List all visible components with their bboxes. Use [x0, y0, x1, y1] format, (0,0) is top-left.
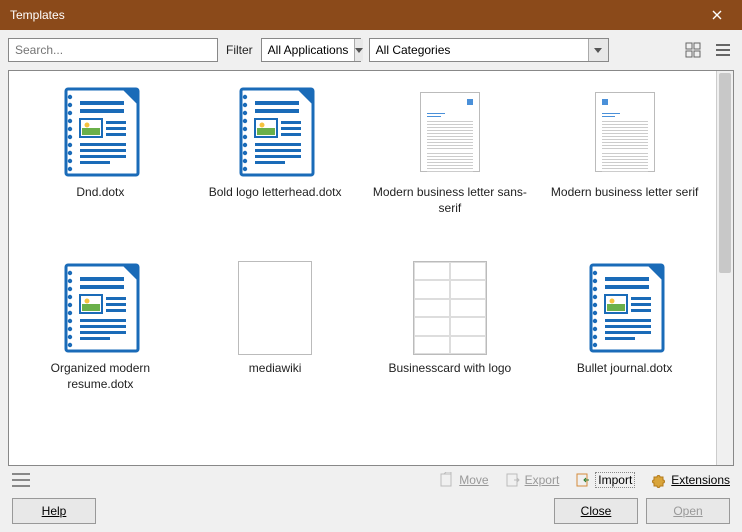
template-thumbnail — [575, 261, 675, 355]
toolbar: Filter All Applications All Categories — [8, 38, 734, 62]
export-label: Export — [525, 473, 560, 487]
search-input[interactable] — [8, 38, 218, 62]
template-item[interactable]: Bold logo letterhead.dotx — [188, 85, 363, 251]
template-thumbnail — [400, 261, 500, 355]
template-gallery: Dnd.dotx Bold logo letterhead.dotx Moder… — [9, 71, 716, 465]
extensions-button[interactable]: Extensions — [651, 472, 730, 488]
template-label: mediawiki — [249, 361, 302, 377]
window-close-button[interactable] — [702, 0, 732, 30]
template-thumbnail — [225, 261, 325, 355]
view-toggles — [682, 39, 734, 61]
template-thumbnail — [575, 85, 675, 179]
action-group: Move Export Import Extensions — [439, 472, 730, 488]
list-view-button[interactable] — [712, 39, 734, 61]
template-item[interactable]: Dnd.dotx — [13, 85, 188, 251]
import-icon — [575, 472, 591, 488]
template-item[interactable]: Organized modern resume.dotx — [13, 261, 188, 427]
titlebar: Templates — [0, 0, 742, 30]
template-thumbnail — [400, 85, 500, 179]
list-icon — [715, 42, 731, 58]
move-icon — [439, 472, 455, 488]
template-item[interactable]: Modern business letter serif — [537, 85, 712, 251]
dropdown-button[interactable] — [354, 39, 363, 61]
applications-selected: All Applications — [262, 41, 355, 59]
close-icon — [712, 10, 722, 20]
filter-label: Filter — [226, 43, 253, 57]
template-item[interactable]: mediawiki — [188, 261, 363, 427]
template-thumbnail — [225, 85, 325, 179]
template-item[interactable]: Bullet journal.dotx — [537, 261, 712, 427]
scroll-thumb[interactable] — [719, 73, 731, 273]
dropdown-button[interactable] — [588, 39, 608, 61]
chevron-down-icon — [594, 48, 602, 53]
templates-dialog: Templates Filter All Applications All Ca… — [0, 0, 742, 532]
import-button[interactable]: Import — [575, 472, 635, 488]
template-label: Organized modern resume.dotx — [17, 361, 184, 392]
template-gallery-container: Dnd.dotx Bold logo letterhead.dotx Moder… — [8, 70, 734, 466]
template-label: Bold logo letterhead.dotx — [209, 185, 342, 201]
open-button: Open — [646, 498, 730, 524]
action-bar: Move Export Import Extensions — [8, 466, 734, 494]
help-button[interactable]: Help — [12, 498, 96, 524]
template-thumbnail — [50, 261, 150, 355]
menu-button[interactable] — [12, 473, 30, 487]
template-label: Bullet journal.dotx — [577, 361, 672, 377]
template-label: Dnd.dotx — [76, 185, 124, 201]
puzzle-icon — [651, 472, 667, 488]
categories-dropdown[interactable]: All Categories — [369, 38, 609, 62]
template-label: Modern business letter serif — [551, 185, 698, 201]
template-item[interactable]: Businesscard with logo — [363, 261, 538, 427]
export-button: Export — [505, 472, 560, 488]
categories-selected: All Categories — [370, 41, 588, 59]
button-row: Help Close Open — [8, 494, 734, 524]
dialog-content: Filter All Applications All Categories — [0, 30, 742, 532]
extensions-label: Extensions — [671, 473, 730, 487]
grid-icon — [685, 42, 701, 58]
scrollbar[interactable] — [716, 71, 733, 465]
template-item[interactable]: Modern business letter sans-serif — [363, 85, 538, 251]
chevron-down-icon — [355, 48, 363, 53]
move-button: Move — [439, 472, 488, 488]
template-label: Businesscard with logo — [389, 361, 512, 377]
applications-dropdown[interactable]: All Applications — [261, 38, 361, 62]
import-label: Import — [595, 472, 635, 488]
template-thumbnail — [50, 85, 150, 179]
thumbnail-view-button[interactable] — [682, 39, 704, 61]
window-title: Templates — [10, 8, 702, 22]
template-label: Modern business letter sans-serif — [367, 185, 534, 216]
close-button[interactable]: Close — [554, 498, 638, 524]
export-icon — [505, 472, 521, 488]
move-label: Move — [459, 473, 488, 487]
